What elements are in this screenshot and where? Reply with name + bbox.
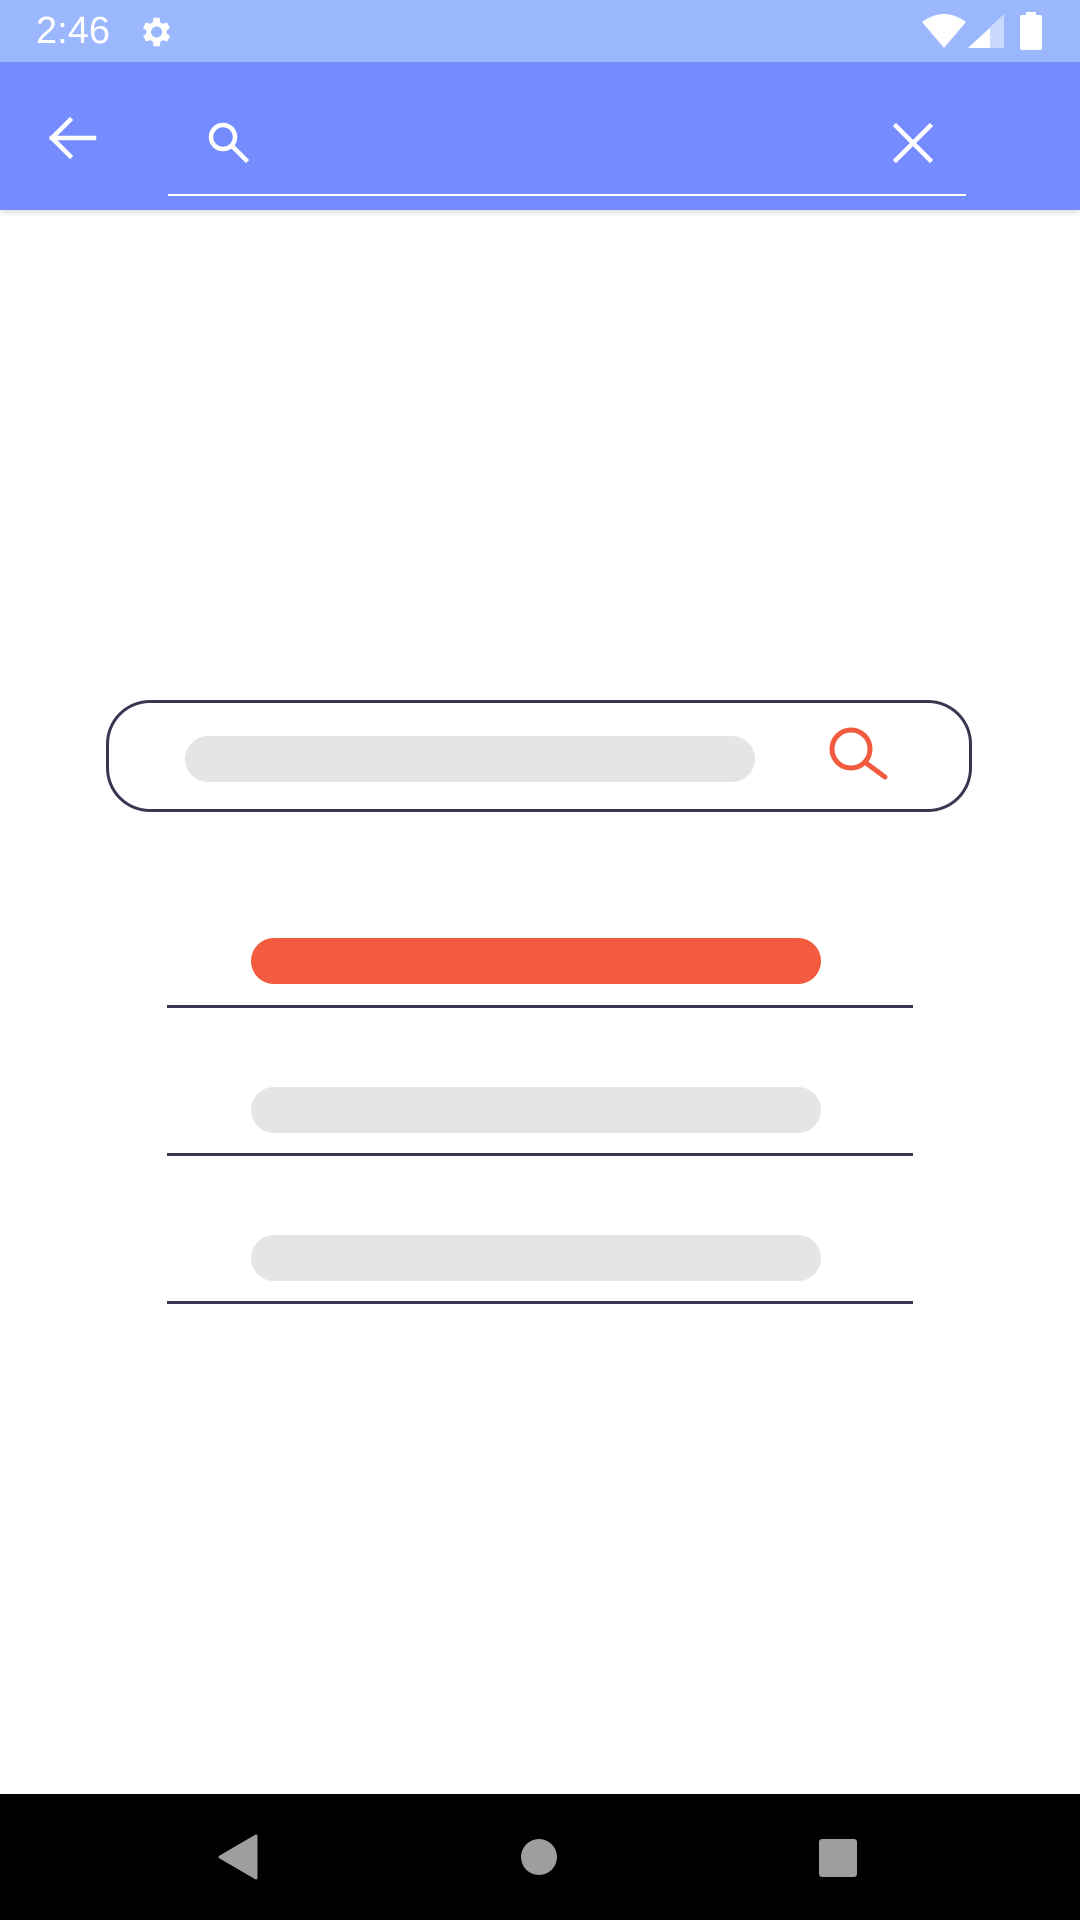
nav-recents-icon[interactable] [818, 1838, 858, 1878]
search-icon [208, 122, 250, 164]
nav-home-icon[interactable] [520, 1838, 558, 1876]
search-field[interactable] [168, 98, 966, 196]
battery-icon [1020, 12, 1042, 50]
illustration-search-box [106, 700, 972, 812]
gear-icon [142, 17, 171, 47]
illustration-result [251, 1087, 821, 1133]
search-icon [829, 727, 888, 780]
illustration-divider [167, 1005, 913, 1008]
back-arrow-icon[interactable] [42, 110, 102, 166]
app-bar [0, 62, 1080, 210]
nav-back-icon[interactable] [216, 1834, 262, 1880]
search-input[interactable] [266, 114, 830, 172]
close-icon[interactable] [888, 118, 938, 168]
status-bar: 2:46 [0, 0, 1080, 62]
illustration-divider [167, 1153, 913, 1156]
status-time: 2:46 [36, 10, 110, 52]
illustration-search-placeholder [185, 736, 755, 782]
cellular-signal-icon [968, 14, 1004, 48]
system-nav-bar [0, 1794, 1080, 1920]
illustration-divider [167, 1301, 913, 1304]
illustration-result [251, 1235, 821, 1281]
wifi-icon [922, 14, 966, 48]
illustration-result-active [251, 938, 821, 984]
